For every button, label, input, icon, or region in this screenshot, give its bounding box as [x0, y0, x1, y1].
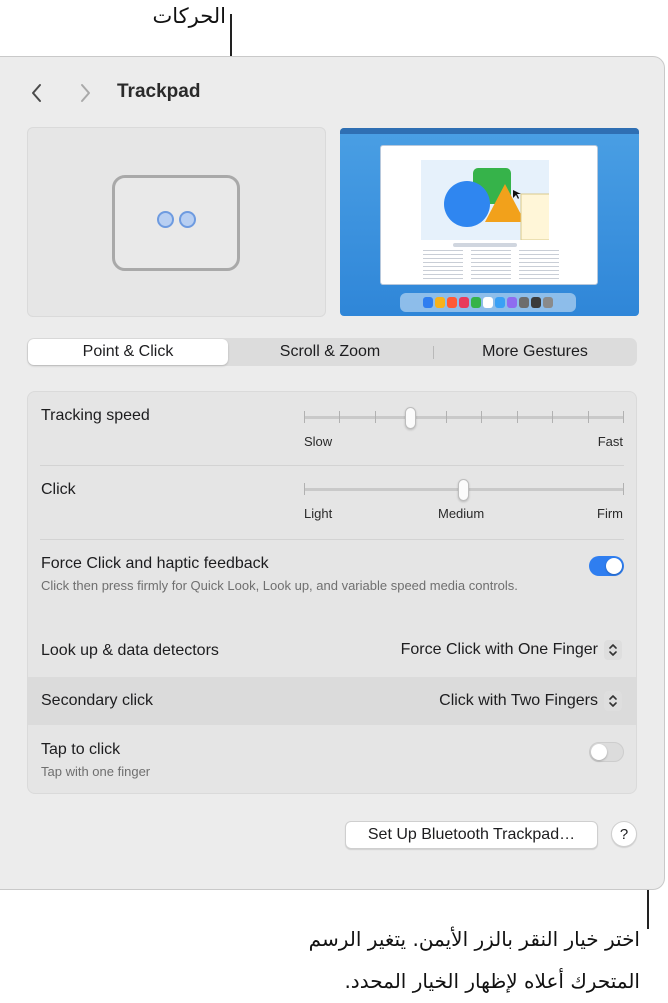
dock-illustration: [400, 293, 576, 312]
secondary-click-popup[interactable]: Click with Two Fingers: [439, 689, 622, 713]
slider-max-label: Fast: [597, 434, 623, 449]
toggle-knob: [606, 558, 622, 574]
slider-tick: [304, 411, 305, 423]
shapes-illustration: [444, 168, 552, 241]
callout-line-1: اختر خيار النقر بالزر الأيمن. يتغير الرس…: [308, 927, 640, 951]
tab-more-gestures[interactable]: More Gestures: [435, 339, 635, 365]
click-medium-label: Medium: [438, 506, 485, 521]
tab-divider: [433, 346, 434, 359]
canvas-base-illustration: [453, 243, 517, 247]
dock-app-icon: [483, 297, 493, 308]
dock-app-icon: [507, 297, 517, 308]
tap-to-click-description: Tap with one finger: [41, 764, 151, 779]
slider-knob[interactable]: [458, 479, 469, 501]
force-click-toggle[interactable]: [589, 556, 624, 576]
click-light-label: Light: [304, 506, 333, 521]
setup-bluetooth-trackpad-button[interactable]: Set Up Bluetooth Trackpad…: [345, 821, 598, 849]
dock-app-icon: [531, 297, 541, 308]
window-title: Trackpad: [117, 81, 201, 102]
up-down-chevron-icon: [604, 640, 622, 660]
tap-to-click-toggle[interactable]: [589, 742, 624, 762]
look-up-value: Force Click with One Finger: [400, 641, 598, 658]
slider-knob[interactable]: [405, 407, 416, 429]
click-label: Click: [41, 481, 76, 498]
slider-tick: [623, 483, 624, 495]
chevron-right-icon: [81, 84, 90, 102]
click-pressure-slider[interactable]: [304, 479, 624, 501]
dock-app-icon: [447, 297, 457, 308]
finger-dot-right: [179, 211, 196, 228]
settings-group: Tracking speed Slow Fast Click Light Med…: [27, 391, 637, 794]
tab-point-click[interactable]: Point & Click: [28, 339, 228, 365]
slider-tick: [517, 411, 518, 423]
secondary-click-callout: اختر خيار النقر بالزر الأيمن. يتغير الرس…: [170, 918, 640, 1002]
dock-app-icon: [423, 297, 433, 308]
force-click-description: Click then press firmly for Quick Look, …: [41, 578, 518, 593]
tap-to-click-row: Tap to click Tap with one finger: [28, 727, 636, 793]
click-pressure-row: Click Light Medium Firm: [28, 466, 636, 539]
tab-scroll-zoom[interactable]: Scroll & Zoom: [230, 339, 430, 365]
tracking-speed-row: Tracking speed Slow Fast: [28, 392, 636, 465]
menu-bar-illustration: [340, 128, 639, 134]
up-down-chevron-icon: [604, 691, 622, 711]
slider-tick: [481, 411, 482, 423]
forward-button[interactable]: [73, 79, 97, 107]
text-column-illustration: [423, 250, 463, 280]
dock-app-icon: [519, 297, 529, 308]
text-column-illustration: [471, 250, 511, 280]
dock-app-icon: [543, 297, 553, 308]
dock-app-icon: [471, 297, 481, 308]
tracking-speed-label: Tracking speed: [41, 407, 150, 424]
slider-track: [304, 416, 624, 419]
slider-min-label: Slow: [304, 434, 333, 449]
shapes-canvas-illustration: [421, 160, 552, 241]
text-column-illustration: [519, 250, 559, 280]
slider-tick: [304, 483, 305, 495]
look-up-label: Look up & data detectors: [41, 642, 219, 659]
trackpad-gesture-preview: [27, 127, 326, 317]
force-click-row: Force Click and haptic feedback Click th…: [28, 540, 636, 622]
settings-window: Trackpad Point & Click Scroll & Zoom Mor…: [0, 56, 665, 890]
secondary-click-row: Secondary click Click with Two Fingers: [28, 677, 636, 725]
dock-app-icon: [435, 297, 445, 308]
dock-app-icon: [495, 297, 505, 308]
secondary-click-value: Click with Two Fingers: [439, 692, 598, 709]
tap-to-click-label: Tap to click: [41, 741, 121, 758]
dock-app-icon: [459, 297, 469, 308]
force-click-label: Force Click and haptic feedback: [41, 555, 269, 572]
toggle-knob: [591, 744, 607, 760]
look-up-popup[interactable]: Force Click with One Finger: [401, 638, 622, 662]
look-up-row: Look up & data detectors Force Click wit…: [28, 626, 636, 675]
slider-tick: [375, 411, 376, 423]
callout-line-2: المتحرك أعلاه لإظهار الخيار المحدد.: [344, 969, 640, 993]
help-button[interactable]: ?: [611, 821, 637, 847]
tracking-speed-slider[interactable]: [304, 407, 624, 429]
slider-tick: [588, 411, 589, 423]
document-window-illustration: [380, 145, 598, 285]
trackpad-illustration: [112, 175, 240, 271]
slider-tick: [339, 411, 340, 423]
toolbar: Trackpad: [0, 57, 664, 127]
chevron-left-icon: [32, 84, 41, 102]
back-button[interactable]: [25, 79, 49, 107]
slider-tick: [446, 411, 447, 423]
secondary-click-label: Secondary click: [41, 692, 154, 709]
gestures-callout: الحركات: [152, 4, 226, 28]
gesture-tabs: Point & Click Scroll & Zoom More Gesture…: [27, 338, 637, 366]
screen-animation-preview: [340, 128, 639, 316]
click-firm-label: Firm: [597, 506, 623, 521]
finger-dot-left: [157, 211, 174, 228]
slider-tick: [552, 411, 553, 423]
slider-tick: [623, 411, 624, 423]
